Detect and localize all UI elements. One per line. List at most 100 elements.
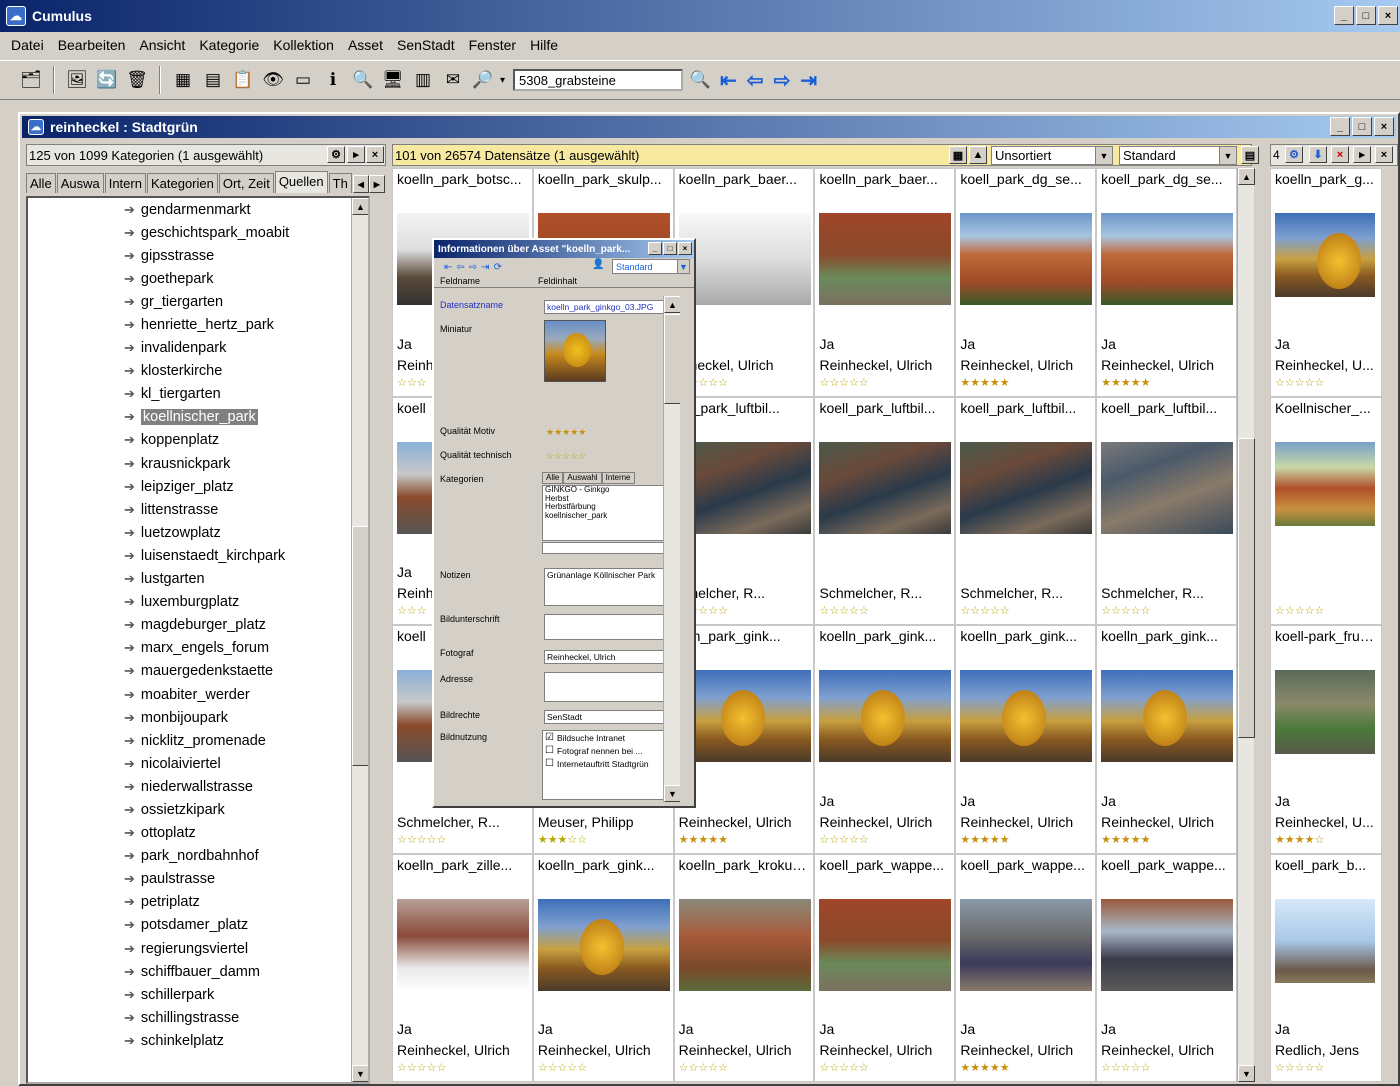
tree-item[interactable]: ➔ niederwallstrasse xyxy=(28,775,368,798)
record-cell[interactable]: koell-park_frue... Ja Reinheckel, U... ★★★★… xyxy=(1271,626,1381,853)
record-thumbnail[interactable] xyxy=(1275,898,1375,983)
tree-item[interactable]: ➔ nicolaiviertel xyxy=(28,752,368,775)
download-icon[interactable]: ⬇ xyxy=(1309,146,1327,163)
menu-ansicht[interactable]: Ansicht xyxy=(132,37,192,53)
tree-item[interactable]: ➔ koppenplatz xyxy=(28,429,368,452)
tree-item[interactable]: ➔ luisenstaedt_kirchpark xyxy=(28,544,368,567)
scroll-thumb[interactable] xyxy=(1238,438,1255,738)
catalog-close-button[interactable]: × xyxy=(1374,117,1394,136)
last-record-icon[interactable]: ⇥ xyxy=(481,262,489,273)
category-tab[interactable]: Alle xyxy=(26,173,56,193)
sort-direction-icon[interactable]: ▲ xyxy=(969,146,987,164)
rating-stars[interactable]: ★★★★★ xyxy=(1101,376,1150,389)
image-rights-field[interactable]: SenStadt xyxy=(544,710,680,724)
kat-hscrollbar[interactable] xyxy=(542,542,678,554)
tree-item[interactable]: ➔ schinkelplatz xyxy=(28,1029,368,1052)
delete-icon[interactable]: × xyxy=(1331,146,1349,163)
scroll-down-arrow-icon[interactable]: ▼ xyxy=(1238,1065,1255,1082)
split-view-icon[interactable]: ▥ xyxy=(410,67,436,93)
record-thumbnail[interactable] xyxy=(960,213,1093,305)
tree-item[interactable]: ➔ henriette_hertz_park xyxy=(28,313,368,336)
asset-info-icon[interactable]: ℹ xyxy=(320,67,346,93)
kat-tab[interactable]: Alle xyxy=(542,472,564,484)
tree-scrollbar[interactable]: ▲ ▼ xyxy=(351,198,368,1082)
tree-item[interactable]: ➔ luetzowplatz xyxy=(28,521,368,544)
rating-stars[interactable]: ☆☆☆☆☆ xyxy=(819,1061,868,1074)
menu-asset[interactable]: Asset xyxy=(341,37,390,53)
quality-motif-rating[interactable]: ★★★★★ xyxy=(546,427,586,438)
category-tab[interactable]: Intern xyxy=(104,173,146,193)
menu-datei[interactable]: Datei xyxy=(4,37,51,53)
slide-view-icon[interactable]: ▭ xyxy=(290,67,316,93)
usage-option[interactable]: ☐ Internetauftritt Stadtgrün xyxy=(543,757,675,770)
record-cell[interactable]: koell_park_luftbil... Schmelcher, R... ☆☆☆… xyxy=(815,397,955,624)
rating-stars[interactable]: ☆☆☆☆☆ xyxy=(397,833,446,846)
tabs-scroll-right-button[interactable]: ▶ xyxy=(368,175,385,193)
tree-item[interactable]: ➔ gipsstrasse xyxy=(28,244,368,267)
usage-option[interactable]: ☑ Bildsuche Intranet xyxy=(543,731,675,744)
tree-item[interactable]: ➔ marx_engels_forum xyxy=(28,637,368,660)
last-record-icon[interactable]: ⇥ xyxy=(800,68,817,93)
quality-technical-rating[interactable]: ☆☆☆☆☆ xyxy=(546,451,586,462)
tree-item[interactable]: ➔ schiffbauer_damm xyxy=(28,960,368,983)
minimize-button[interactable]: _ xyxy=(1334,6,1354,25)
record-thumbnail[interactable] xyxy=(678,441,811,534)
category-tab[interactable]: Kategorien xyxy=(146,173,218,193)
tree-item[interactable]: ➔ schillingstrasse xyxy=(28,1006,368,1029)
tree-item[interactable]: ➔ ottoplatz xyxy=(28,822,368,845)
quick-search-input[interactable]: 5308_grabsteine xyxy=(513,69,684,91)
kat-tab[interactable]: Interne xyxy=(601,472,635,484)
rating-stars[interactable]: ☆☆☆☆☆ xyxy=(1101,1061,1150,1074)
tree-item[interactable]: ➔ koellnischer_park xyxy=(28,406,368,429)
dialog-minimize-button[interactable]: _ xyxy=(648,242,662,255)
category-tab[interactable]: Th xyxy=(328,173,352,193)
checkbox[interactable]: ☐ xyxy=(545,745,554,756)
rating-stars[interactable]: ☆☆☆☆☆ xyxy=(679,1061,728,1074)
record-thumbnail[interactable] xyxy=(1101,441,1234,534)
record-cell[interactable]: koelln_park_g... Ja Reinheckel, U... ☆☆☆☆☆ xyxy=(1271,169,1381,396)
record-cell[interactable]: koell_park_b... Ja Redlich, Jens ☆☆☆☆☆ xyxy=(1271,854,1381,1081)
scroll-up-arrow-icon[interactable]: ▲ xyxy=(664,296,680,313)
scroll-down-arrow-icon[interactable]: ▼ xyxy=(352,1065,368,1082)
usage-option[interactable]: ☐ Fotograf nennen bei ... xyxy=(543,744,675,757)
rating-stars[interactable]: ☆☆☆ xyxy=(397,604,427,617)
address-field[interactable] xyxy=(544,672,680,702)
info-view-icon[interactable]: 📋 xyxy=(230,67,256,93)
record-cell[interactable]: koelln_park_gink... Ja Reinheckel, Ulrich ☆… xyxy=(815,626,955,853)
kat-item[interactable]: koellnischer_park xyxy=(545,511,677,521)
scroll-up-arrow-icon[interactable]: ▲ xyxy=(1238,168,1255,185)
tree-item[interactable]: ➔ nicklitz_promenade xyxy=(28,729,368,752)
scroll-down-arrow-icon[interactable]: ▼ xyxy=(664,785,680,802)
record-thumbnail[interactable] xyxy=(819,670,952,762)
rating-stars[interactable]: ★★★★☆ xyxy=(1275,833,1324,846)
rating-stars[interactable]: ☆☆☆☆☆ xyxy=(1275,604,1324,617)
tree-item[interactable]: ➔ potsdamer_platz xyxy=(28,914,368,937)
record-thumbnail[interactable] xyxy=(960,898,1093,991)
category-tab[interactable]: Quellen xyxy=(274,171,328,193)
record-thumbnail[interactable] xyxy=(819,213,952,305)
add-assets-icon[interactable]: 🖼 xyxy=(64,67,90,93)
record-cell[interactable]: koelln_park_gink... Ja Reinheckel, Ulrich ☆… xyxy=(533,854,673,1081)
record-cell[interactable]: koell_park_dg_se... Ja Reinheckel, Ulrich ★… xyxy=(1097,169,1236,396)
caption-field[interactable] xyxy=(544,614,680,640)
record-thumbnail[interactable] xyxy=(1275,213,1375,297)
rating-stars[interactable]: ☆☆☆☆☆ xyxy=(538,1061,587,1074)
save-view-icon[interactable]: ▦ xyxy=(949,146,967,164)
preview-view-icon[interactable]: 👁 xyxy=(260,67,286,93)
close-button[interactable]: × xyxy=(1378,6,1398,25)
category-tab[interactable]: Auswa xyxy=(56,173,104,193)
record-thumbnail[interactable] xyxy=(537,898,670,991)
menu-fenster[interactable]: Fenster xyxy=(462,37,523,53)
record-thumbnail[interactable] xyxy=(960,441,1093,534)
record-cell[interactable]: koelln_park_gink... Ja Reinheckel, Ulrich ★… xyxy=(1097,626,1236,853)
photographer-field[interactable]: Reinheckel, Ulrich xyxy=(544,650,680,664)
tree-item[interactable]: ➔ monbijoupark xyxy=(28,706,368,729)
record-thumbnail[interactable] xyxy=(1101,898,1234,991)
rating-stars[interactable]: ☆☆☆☆☆ xyxy=(819,833,868,846)
record-cell[interactable]: koell_park_luftbil... Schmelcher, R... ☆☆☆… xyxy=(1097,397,1236,624)
search-icon[interactable]: 🔎 xyxy=(470,67,496,93)
menu-bearbeiten[interactable]: Bearbeiten xyxy=(51,37,133,53)
split-toggle-icon[interactable]: ▤ xyxy=(1241,146,1259,164)
rating-stars[interactable]: ☆☆☆ xyxy=(397,376,427,389)
tree-item[interactable]: ➔ park_nordbahnhof xyxy=(28,845,368,868)
